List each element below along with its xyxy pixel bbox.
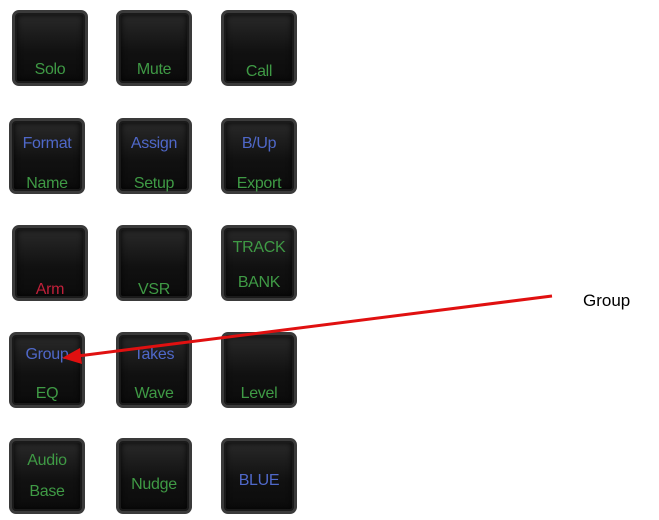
vsr-button[interactable]: VSR xyxy=(116,225,192,301)
base-label: Base xyxy=(29,483,65,500)
call-button[interactable]: Call xyxy=(221,10,297,86)
callout-arrow xyxy=(62,294,553,364)
assign-label: Assign xyxy=(130,135,178,152)
level-label: Level xyxy=(240,385,278,402)
bup-export-button[interactable]: B/Up Export xyxy=(221,118,297,194)
bank-label: BANK xyxy=(237,274,281,291)
audio-label: Audio xyxy=(27,452,67,469)
arm-button[interactable]: Arm xyxy=(12,225,88,301)
group-eq-button[interactable]: Group EQ xyxy=(9,332,85,408)
track-label: TRACK xyxy=(232,239,286,256)
nudge-button[interactable]: Nudge xyxy=(116,438,192,514)
call-label: Call xyxy=(245,63,273,80)
eq-label: EQ xyxy=(35,385,59,402)
format-label: Format xyxy=(22,135,72,152)
nudge-label: Nudge xyxy=(131,476,177,493)
format-name-button[interactable]: Format Name xyxy=(9,118,85,194)
group-label: Group xyxy=(25,346,69,363)
solo-button[interactable]: Solo xyxy=(12,10,88,86)
setup-label: Setup xyxy=(133,175,175,192)
name-label: Name xyxy=(26,175,68,192)
export-label: Export xyxy=(236,175,282,192)
takes-label: Takes xyxy=(133,346,175,363)
mute-label: Mute xyxy=(136,61,172,78)
solo-label: Solo xyxy=(34,61,66,78)
vsr-label: VSR xyxy=(138,281,170,298)
blue-label: BLUE xyxy=(238,472,280,489)
blue-button[interactable]: BLUE xyxy=(221,438,297,514)
callout-label: Group xyxy=(583,291,631,310)
mute-button[interactable]: Mute xyxy=(116,10,192,86)
audio-base-button[interactable]: Audio Base xyxy=(9,438,85,514)
track-bank-button[interactable]: TRACK BANK xyxy=(221,225,297,301)
assign-setup-button[interactable]: Assign Setup xyxy=(116,118,192,194)
wave-label: Wave xyxy=(134,385,174,402)
level-button[interactable]: Level xyxy=(221,332,297,408)
arm-label: Arm xyxy=(35,281,65,298)
takes-wave-button[interactable]: Takes Wave xyxy=(116,332,192,408)
bup-label: B/Up xyxy=(241,135,277,152)
